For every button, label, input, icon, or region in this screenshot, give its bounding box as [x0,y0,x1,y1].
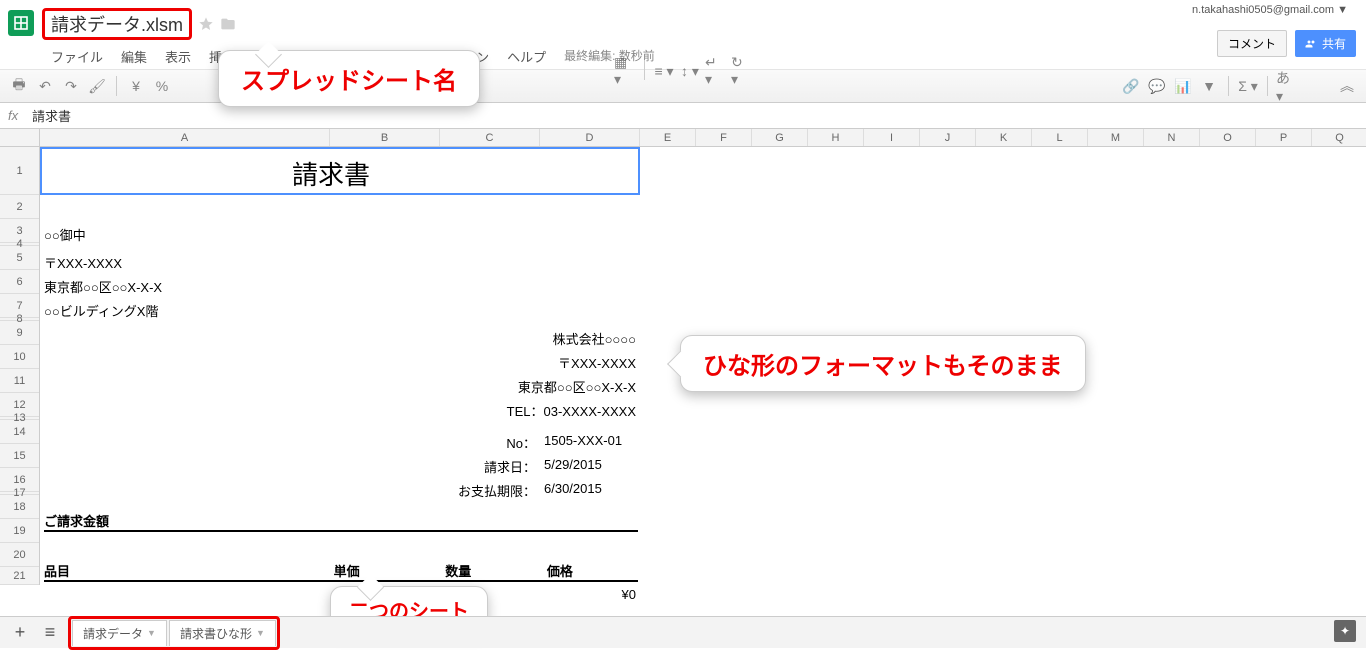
col-J[interactable]: J [920,129,976,146]
fx-value[interactable]: 請求書 [32,106,71,125]
cell-date-val[interactable]: 5/29/2015 [544,457,602,472]
cell-comp-postal[interactable]: 〒XXX-XXXX [40,353,636,372]
row-1[interactable]: 1 [0,147,39,195]
currency-icon[interactable]: ¥ [125,75,147,97]
cell-due-val[interactable]: 6/30/2015 [544,481,602,496]
star-icon[interactable] [198,16,214,32]
cell-postal[interactable]: 〒XXX-XXXX [44,253,122,272]
col-I[interactable]: I [864,129,920,146]
cell-no-val[interactable]: 1505-XXX-01 [544,433,622,448]
share-button[interactable]: 共有 [1295,30,1356,57]
comment-icon[interactable]: 💬 [1146,75,1168,97]
col-F[interactable]: F [696,129,752,146]
wrap-icon[interactable]: ↵ ▾ [705,60,727,82]
col-Q[interactable]: Q [1312,129,1366,146]
tab-template[interactable]: 請求書ひな形▼ [169,620,276,646]
menu-edit[interactable]: 編集 [112,44,156,69]
percent-icon[interactable]: % [151,75,173,97]
row-9[interactable]: 9 [0,321,39,345]
row-19[interactable]: 19 [0,519,39,543]
cell-client[interactable]: ○○御中 [44,225,86,244]
row-10[interactable]: 10 [0,345,39,369]
col-L[interactable]: L [1032,129,1088,146]
link-icon[interactable]: 🔗 [1120,75,1142,97]
cell-comp-addr[interactable]: 東京都○○区○○X-X-X [40,377,636,396]
borders-icon[interactable]: ▦ ▾ [614,60,636,82]
annotation-name: スプレッドシート名 [218,50,480,107]
filter-icon[interactable]: ▼ [1198,75,1220,97]
input-icon[interactable]: あ ▾ [1276,75,1298,97]
col-M[interactable]: M [1088,129,1144,146]
tab-data[interactable]: 請求データ▼ [72,620,167,646]
row-6[interactable]: 6 [0,270,39,294]
cell-date-lbl[interactable]: 請求日： [40,457,536,476]
print-icon[interactable]: 🖶 [8,75,30,97]
halign-icon[interactable]: ≡ ▾ [653,60,675,82]
sheets-logo[interactable] [8,10,34,36]
valign-icon[interactable]: ↕ ▾ [679,60,701,82]
fx-label: fx [8,108,32,123]
cell-no-lbl[interactable]: No： [40,433,536,452]
col-B[interactable]: B [330,129,440,146]
col-O[interactable]: O [1200,129,1256,146]
menu-help[interactable]: ヘルプ [498,44,555,69]
annotation-format: ひな形のフォーマットもそのまま [680,335,1086,392]
row-15[interactable]: 15 [0,444,39,468]
row-2[interactable]: 2 [0,195,39,219]
row-11[interactable]: 11 [0,369,39,393]
row-5[interactable]: 5 [0,246,39,270]
cell-due-lbl[interactable]: お支払期限： [40,481,536,500]
col-N[interactable]: N [1144,129,1200,146]
row-21[interactable]: 21 [0,567,39,585]
redo-icon[interactable]: ↷ [60,75,82,97]
cell-addr1[interactable]: 東京都○○区○○X-X-X [44,277,162,296]
sheet-bar: + ≡ 請求データ▼ 請求書ひな形▼ ✦ [0,616,1366,648]
cell-comp-tel[interactable]: TEL：03-XXXX-XXXX [40,401,636,420]
col-C[interactable]: C [440,129,540,146]
undo-icon[interactable]: ↶ [34,75,56,97]
cell-addr2[interactable]: ○○ビルディングX階 [44,301,158,320]
explore-button[interactable]: ✦ [1334,620,1356,642]
doc-title[interactable]: 請求データ.xlsm [47,14,187,36]
menu-file[interactable]: ファイル [42,44,112,69]
cell-th-row[interactable]: 品目 単価 数量 価格 [44,561,638,582]
row-20[interactable]: 20 [0,543,39,567]
paint-icon[interactable]: 🖌 [86,75,108,97]
cell-title[interactable]: 請求書 [292,155,370,192]
col-D[interactable]: D [540,129,640,146]
row-14[interactable]: 14 [0,420,39,444]
folder-icon[interactable] [220,16,236,32]
col-H[interactable]: H [808,129,864,146]
add-sheet-button[interactable]: + [8,621,32,645]
col-P[interactable]: P [1256,129,1312,146]
cell-amount[interactable]: ご請求金額 [44,511,638,532]
collapse-icon[interactable]: ︽ [1336,75,1358,97]
rotate-icon[interactable]: ↻ ▾ [731,60,753,82]
col-G[interactable]: G [752,129,808,146]
menu-view[interactable]: 表示 [156,44,200,69]
col-E[interactable]: E [640,129,696,146]
comment-button[interactable]: コメント [1217,30,1287,57]
row-18[interactable]: 18 [0,495,39,519]
user-email[interactable]: n.takahashi0505@gmail.com ▼ [1192,4,1348,16]
col-A[interactable]: A [40,129,330,146]
cell-company[interactable]: 株式会社○○○○ [40,329,636,348]
chart-icon[interactable]: 📊 [1172,75,1194,97]
functions-icon[interactable]: Σ ▾ [1237,75,1259,97]
all-sheets-button[interactable]: ≡ [38,621,62,645]
col-K[interactable]: K [976,129,1032,146]
